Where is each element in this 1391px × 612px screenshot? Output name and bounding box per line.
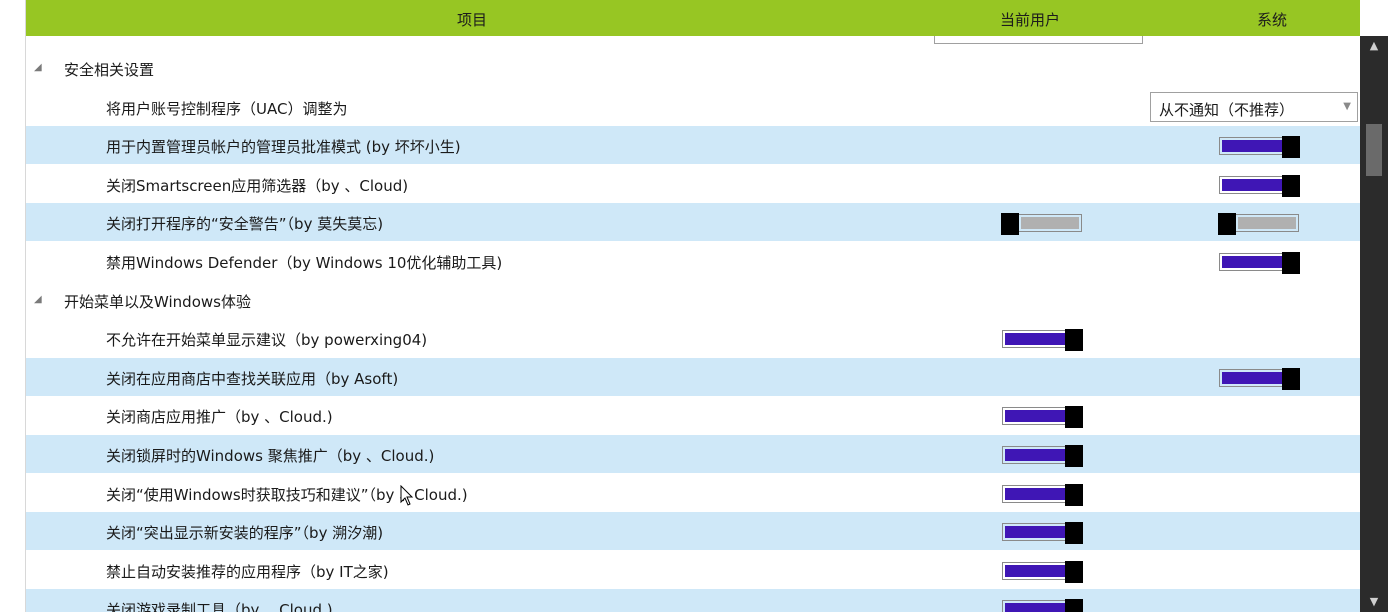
group-header[interactable]: ◢ 开始菜单以及Windows体验 [26, 281, 1360, 319]
toggle-knob[interactable] [1282, 174, 1300, 197]
toggle-knob[interactable] [1218, 213, 1236, 236]
setting-label: 不允许在开始菜单显示建议（by powerxing04) [106, 331, 428, 350]
current-user-toggle[interactable] [1002, 483, 1083, 506]
toggle-knob[interactable] [1065, 329, 1083, 352]
system-toggle[interactable] [1219, 252, 1300, 274]
toggle-track [1222, 371, 1282, 384]
current-user-toggle[interactable] [1002, 560, 1083, 583]
setting-label: 将用户账号控制程序（UAC）调整为 [106, 99, 348, 118]
setting-row[interactable]: 关闭商店应用推广（by 、Cloud.) [26, 396, 1360, 434]
toggle-track [1222, 178, 1282, 191]
setting-label: 禁止自动安装推荐的应用程序（by IT之家) [106, 562, 389, 581]
group-label: 开始菜单以及Windows体验 [64, 292, 251, 311]
current-user-toggle[interactable] [1002, 329, 1083, 352]
system-toggle[interactable] [1219, 136, 1300, 159]
current-user-toggle[interactable] [1002, 599, 1083, 612]
toggle-knob[interactable] [1065, 522, 1083, 545]
setting-row[interactable]: 关闭打开程序的“安全警告”（by 莫失莫忘) [26, 203, 1360, 242]
setting-label: 关闭锁屏时的Windows 聚焦推广（by 、Cloud.) [106, 447, 435, 465]
group-header[interactable]: ◢ 安全相关设置 [26, 49, 1360, 87]
toggle-knob[interactable] [1065, 483, 1083, 506]
setting-label: 禁用Windows Defender（by Windows 10优化辅助工具) [106, 254, 503, 272]
toggle-track [1021, 217, 1079, 230]
column-header: 项目 当前用户 系统 [26, 0, 1360, 36]
header-item[interactable]: 项目 [26, 9, 918, 30]
system-toggle[interactable] [1218, 213, 1299, 236]
current-user-toggle[interactable] [1002, 445, 1083, 467]
setting-label: 关闭商店应用推广（by 、Cloud.) [106, 408, 333, 427]
toggle-knob[interactable] [1065, 560, 1083, 583]
settings-list: ◢ 安全相关设置将用户账号控制程序（UAC）调整为 从不通知（不推荐） ▼ 用于内置管理… [26, 36, 1360, 612]
scroll-up-icon[interactable]: ▲ [1360, 36, 1388, 56]
setting-row[interactable]: 关闭Smartscreen应用筛选器（by 、Cloud) [26, 165, 1360, 203]
current-user-toggle[interactable] [1002, 522, 1083, 545]
toggle-knob[interactable] [1065, 406, 1083, 429]
setting-label: 关闭在应用商店中查找关联应用（by Asoft) [106, 369, 399, 388]
setting-row[interactable]: 用于内置管理员帐户的管理员批准模式 (by 坏坏小生) [26, 126, 1360, 165]
header-system[interactable]: 系统 [1222, 9, 1322, 30]
vertical-scrollbar[interactable]: ▲ ▼ [1360, 36, 1388, 612]
header-current-user[interactable]: 当前用户 [980, 9, 1080, 30]
window-left-border [0, 0, 26, 612]
setting-row[interactable]: 关闭在应用商店中查找关联应用（by Asoft) [26, 357, 1360, 396]
setting-label: 关闭打开程序的“安全警告”（by 莫失莫忘) [106, 215, 384, 234]
current-user-toggle[interactable] [1001, 213, 1082, 236]
setting-label: 关闭游戏录制工具（by 、Cloud.) [106, 601, 333, 612]
toggle-track [1005, 410, 1065, 423]
setting-row[interactable]: 关闭“使用Windows时获取技巧和建议”（by 、Cloud.) [26, 474, 1360, 512]
setting-row[interactable]: 禁止自动安装推荐的应用程序（by IT之家) [26, 551, 1360, 589]
chevron-down-icon: ▼ [1343, 100, 1351, 112]
toggle-knob[interactable] [1282, 367, 1300, 390]
toggle-track [1222, 140, 1282, 153]
expand-triangle-icon[interactable]: ◢ [34, 62, 42, 73]
expand-triangle-icon[interactable]: ◢ [34, 294, 42, 305]
toggle-track [1005, 603, 1065, 612]
setting-row[interactable]: 关闭“突出显示新安装的程序”（by 溯汐潮) [26, 512, 1360, 551]
group-label: 安全相关设置 [64, 61, 155, 79]
scroll-thumb[interactable] [1366, 124, 1382, 176]
toggle-knob[interactable] [1001, 213, 1019, 236]
toggle-knob[interactable] [1282, 136, 1300, 159]
toggle-track [1005, 449, 1065, 461]
dropdown-value: 从不通知（不推荐） [1159, 100, 1295, 119]
setting-label: 关闭“突出显示新安装的程序”（by 溯汐潮) [106, 524, 384, 543]
toggle-track [1222, 256, 1282, 268]
setting-row[interactable]: 不允许在开始菜单显示建议（by powerxing04) [26, 319, 1360, 357]
setting-row[interactable]: 关闭游戏录制工具（by 、Cloud.) [26, 589, 1360, 612]
dropdown-partial[interactable] [934, 36, 1143, 44]
toggle-track [1005, 333, 1065, 346]
toggle-knob[interactable] [1282, 252, 1300, 274]
current-user-toggle[interactable] [1002, 406, 1083, 429]
setting-row[interactable]: 禁用Windows Defender（by Windows 10优化辅助工具) [26, 242, 1360, 280]
uac-level-dropdown[interactable]: 从不通知（不推荐） ▼ [1150, 91, 1358, 122]
setting-row[interactable]: 将用户账号控制程序（UAC）调整为 从不通知（不推荐） ▼ [26, 88, 1360, 126]
toggle-knob[interactable] [1065, 599, 1083, 612]
toggle-track [1238, 217, 1296, 230]
scroll-down-icon[interactable]: ▼ [1360, 592, 1388, 612]
toggle-knob[interactable] [1065, 445, 1083, 467]
setting-label: 用于内置管理员帐户的管理员批准模式 (by 坏坏小生) [106, 138, 461, 157]
system-toggle[interactable] [1219, 367, 1300, 390]
setting-row[interactable]: 关闭锁屏时的Windows 聚焦推广（by 、Cloud.) [26, 435, 1360, 473]
toggle-track [1005, 487, 1065, 500]
toggle-track [1005, 564, 1065, 577]
toggle-track [1005, 526, 1065, 539]
system-toggle[interactable] [1219, 174, 1300, 197]
setting-label: 关闭Smartscreen应用筛选器（by 、Cloud) [106, 176, 409, 195]
